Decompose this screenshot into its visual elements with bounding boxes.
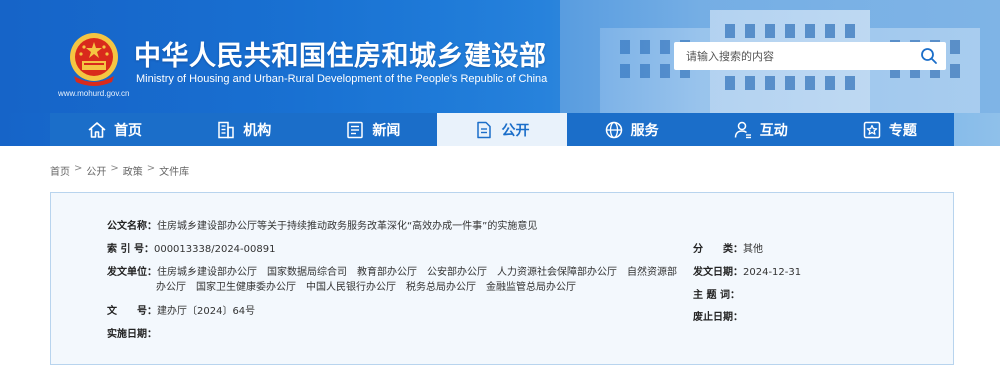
- doc-index-label: 索 引 号：: [107, 244, 154, 255]
- globe-icon: [605, 121, 622, 138]
- doc-issuer-row-continued: 办公厅 国家卫生健康委办公厅 中国人民银行办公厅 税务总局办公厅 金融监管总局办…: [156, 278, 576, 293]
- nav-item-organization[interactable]: 机构: [179, 113, 308, 146]
- nav-item-label: 首页: [114, 122, 143, 139]
- news-icon: [347, 121, 364, 138]
- breadcrumb-separator: >: [110, 163, 119, 174]
- nav-item-label: 新闻: [372, 122, 401, 139]
- nav-item-label: 互动: [759, 122, 788, 139]
- national-emblem-logo[interactable]: [68, 32, 120, 88]
- doc-category-value: 其他: [743, 244, 763, 255]
- nav-item-label: 专题: [888, 122, 917, 139]
- ministry-title-en: Ministry of Housing and Urban-Rural Deve…: [136, 73, 548, 85]
- building-icon: [218, 121, 234, 138]
- nav-item-news[interactable]: 新闻: [308, 113, 437, 146]
- doc-category-label: 分 类：: [693, 244, 743, 255]
- doc-date-value: 2024-12-31: [743, 267, 802, 278]
- doc-category-row: 分 类：其他: [693, 240, 763, 255]
- nav-item-label: 服务: [630, 122, 659, 139]
- nav-item-interaction[interactable]: 互动: [696, 113, 825, 146]
- doc-number-row: 文 号：建办厅〔2024〕64号: [107, 302, 255, 317]
- site-url: www.mohurd.gov.cn: [58, 89, 130, 98]
- doc-number-value: 建办厅〔2024〕64号: [157, 306, 256, 317]
- breadcrumb-home[interactable]: 首页: [50, 163, 70, 178]
- breadcrumb-policy[interactable]: 政策: [123, 163, 143, 178]
- breadcrumb-document-library[interactable]: 文件库: [159, 163, 189, 178]
- star-icon: [863, 121, 881, 138]
- main-nav: 首页 机构 新闻 公开 服务 互动 专题: [50, 113, 954, 146]
- doc-date-label: 发文日期：: [693, 267, 743, 278]
- ministry-title-cn: 中华人民共和国住房和城乡建设部: [134, 41, 547, 72]
- nav-item-public[interactable]: 公开: [437, 113, 567, 146]
- breadcrumb: 首页 > 公开 > 政策 > 文件库: [50, 163, 189, 178]
- doc-number-label: 文 号：: [107, 306, 157, 317]
- nav-item-home[interactable]: 首页: [50, 113, 179, 146]
- doc-repeal-label: 废止日期：: [693, 312, 743, 323]
- home-icon: [88, 121, 106, 138]
- doc-keywords-label: 主 题 词：: [693, 290, 740, 301]
- breadcrumb-separator: >: [74, 163, 83, 174]
- doc-title-label: 公文名称：: [107, 221, 157, 232]
- search-box: [674, 42, 946, 70]
- doc-title-value: 住房城乡建设部办公厅等关于持续推动政务服务改革深化“高效办成一件事”的实施意见: [157, 221, 538, 232]
- document-info-panel: 公文名称：住房城乡建设部办公厅等关于持续推动政务服务改革深化“高效办成一件事”的…: [50, 192, 954, 365]
- doc-keywords-row: 主 题 词：: [693, 286, 740, 301]
- doc-title-row: 公文名称：住房城乡建设部办公厅等关于持续推动政务服务改革深化“高效办成一件事”的…: [107, 217, 537, 232]
- breadcrumb-separator: >: [146, 163, 156, 174]
- search-input[interactable]: [674, 42, 908, 70]
- doc-repeal-row: 废止日期：: [693, 308, 743, 323]
- doc-issuer-label: 发文单位：: [107, 267, 157, 278]
- breadcrumb-public[interactable]: 公开: [86, 163, 106, 178]
- doc-issuer-row: 发文单位：住房城乡建设部办公厅 国家数据局综合司 教育部办公厅 公安部办公厅 人…: [107, 263, 677, 278]
- doc-issuer-line-2: 办公厅 国家卫生健康委办公厅 中国人民银行办公厅 税务总局办公厅 金融监管总局办…: [156, 282, 576, 293]
- doc-index-row: 索 引 号：000013338/2024-00891: [107, 240, 275, 255]
- nav-item-label: 公开: [501, 122, 530, 139]
- nav-item-label: 机构: [243, 122, 272, 139]
- doc-issuer-line-1: 住房城乡建设部办公厅 国家数据局综合司 教育部办公厅 公安部办公厅 人力资源社会…: [157, 267, 677, 278]
- nav-item-service[interactable]: 服务: [567, 113, 696, 146]
- doc-date-row: 发文日期：2024-12-31: [693, 263, 801, 278]
- user-interaction-icon: [734, 121, 751, 138]
- nav-item-topics[interactable]: 专题: [825, 113, 954, 146]
- doc-index-value: 000013338/2024-00891: [153, 244, 276, 255]
- doc-effective-label: 实施日期：: [107, 329, 157, 340]
- search-icon[interactable]: [920, 47, 938, 65]
- document-icon: [477, 121, 492, 138]
- doc-effective-row: 实施日期：: [107, 325, 157, 340]
